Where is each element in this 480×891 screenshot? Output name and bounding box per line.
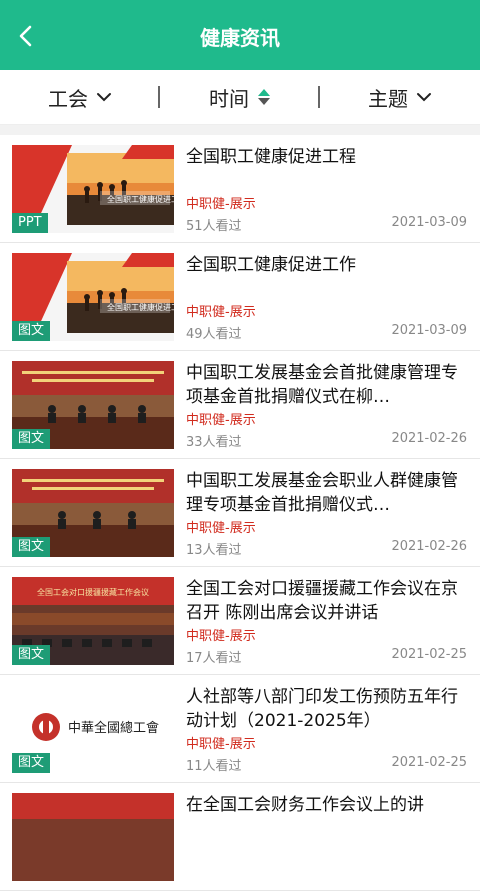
news-thumbnail <box>12 793 174 881</box>
publish-date: 2021-03-09 <box>391 323 467 338</box>
news-title: 全国职工健康促进工作 <box>186 255 356 275</box>
news-item[interactable]: 图文 中国职工发展基金会职业人群健康管理专项基金首批捐赠仪式… 中职健-展示 1… <box>0 459 480 567</box>
news-source: 中职健-展示 <box>186 305 256 320</box>
filter-time[interactable]: 时间 <box>160 70 320 124</box>
page-title: 健康资讯 <box>200 26 280 50</box>
news-source: 中职健-展示 <box>186 413 256 428</box>
sort-icon <box>258 89 270 105</box>
news-item[interactable]: 全国工会对口援疆援藏工作会议 图文 全国工会对口援疆援藏工作会议在京召开 陈刚出… <box>0 567 480 675</box>
news-item[interactable]: 全国职工健康促进工程 图文 全国职工健康促进工作 中职健-展示 49人看过 20… <box>0 243 480 351</box>
type-badge: PPT <box>12 213 48 233</box>
news-title: 全国工会对口援疆援藏工作会议在京召开 陈刚出席会议并讲话 <box>186 579 458 623</box>
news-source: 中职健-展示 <box>186 197 256 212</box>
news-item[interactable]: 在全国工会财务工作会议上的讲 <box>0 783 480 891</box>
news-source: 中职健-展示 <box>186 737 256 752</box>
thumbnail-caption: 全国工会对口援疆援藏工作会议 <box>37 587 149 597</box>
section-gap <box>0 125 480 135</box>
view-count: 13人看过 <box>186 543 242 558</box>
type-badge: 图文 <box>12 753 51 773</box>
thumbnail-caption: 中華全國總工會 <box>68 720 159 736</box>
news-title: 人社部等八部门印发工伤预防五年行动计划（2021-2025年） <box>186 687 458 731</box>
type-badge: 图文 <box>12 429 51 449</box>
type-badge: 图文 <box>12 537 51 557</box>
chevron-down-icon <box>417 93 431 102</box>
view-count: 33人看过 <box>186 435 242 450</box>
type-badge: 图文 <box>12 321 51 341</box>
news-item[interactable]: 全国职工健康促进工程 PPT 全国职工健康促进工程 中职健-展示 51人看过 2… <box>0 135 480 243</box>
publish-date: 2021-02-25 <box>391 647 467 662</box>
news-item[interactable]: 中華全國總工會 图文 人社部等八部门印发工伤预防五年行动计划（2021-2025… <box>0 675 480 783</box>
publish-date: 2021-02-26 <box>391 431 467 446</box>
news-title: 在全国工会财务工作会议上的讲 <box>186 795 424 815</box>
publish-date: 2021-03-09 <box>391 215 467 230</box>
filter-time-label: 时间 <box>209 86 249 111</box>
chevron-down-icon <box>97 93 111 102</box>
filter-topic[interactable]: 主题 <box>320 70 480 124</box>
filter-union-label: 工会 <box>48 86 88 111</box>
thumbnail-caption: 全国职工健康促进工程 <box>107 302 174 312</box>
view-count: 17人看过 <box>186 651 242 666</box>
filter-topic-label: 主题 <box>368 86 408 111</box>
news-source: 中职健-展示 <box>186 629 256 644</box>
news-source: 中职健-展示 <box>186 521 256 536</box>
news-item[interactable]: 图文 中国职工发展基金会首批健康管理专项基金首批捐赠仪式在柳… 中职健-展示 3… <box>0 351 480 459</box>
news-title: 全国职工健康促进工程 <box>186 147 356 167</box>
news-list: 全国职工健康促进工程 PPT 全国职工健康促进工程 中职健-展示 51人看过 2… <box>0 135 480 891</box>
view-count: 51人看过 <box>186 219 242 234</box>
filter-bar: 工会 时间 主题 <box>0 70 480 125</box>
news-title: 中国职工发展基金会首批健康管理专项基金首批捐赠仪式在柳… <box>186 363 458 407</box>
publish-date: 2021-02-26 <box>391 539 467 554</box>
view-count: 49人看过 <box>186 327 242 342</box>
view-count: 11人看过 <box>186 759 242 774</box>
thumbnail-caption: 全国职工健康促进工程 <box>107 194 174 204</box>
top-bar: 健康资讯 <box>0 0 480 70</box>
type-badge: 图文 <box>12 645 51 665</box>
news-title: 中国职工发展基金会职业人群健康管理专项基金首批捐赠仪式… <box>186 471 458 515</box>
filter-union[interactable]: 工会 <box>0 70 160 124</box>
publish-date: 2021-02-25 <box>391 755 467 770</box>
